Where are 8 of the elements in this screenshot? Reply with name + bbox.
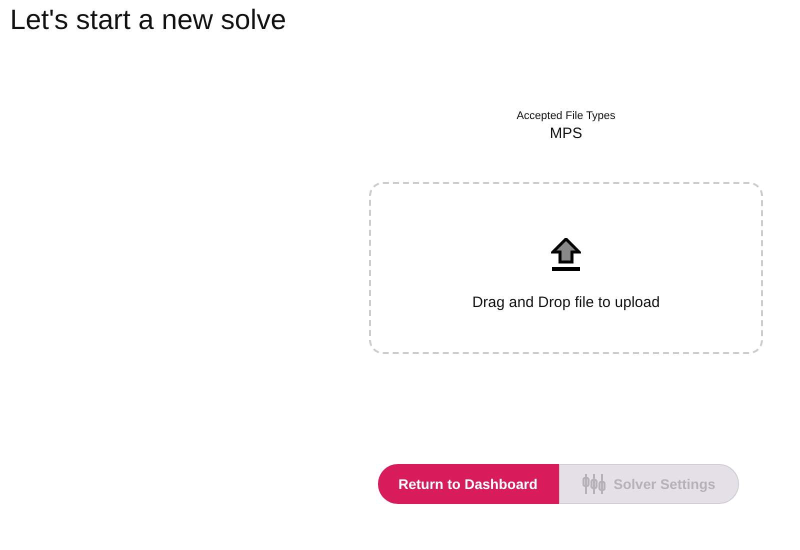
return-button[interactable]: Return to Dashboard [378, 464, 558, 504]
sliders-icon [582, 472, 606, 496]
accepted-types-label: Accepted File Types [516, 110, 616, 122]
upload-icon [551, 238, 581, 272]
page-title: Let's start a new solve [9, 3, 288, 36]
dropzone-text: Drag and Drop file to upload [472, 294, 660, 310]
accepted-types-value: MPS [550, 125, 582, 142]
file-dropzone[interactable]: Drag and Drop file to upload [369, 182, 763, 354]
